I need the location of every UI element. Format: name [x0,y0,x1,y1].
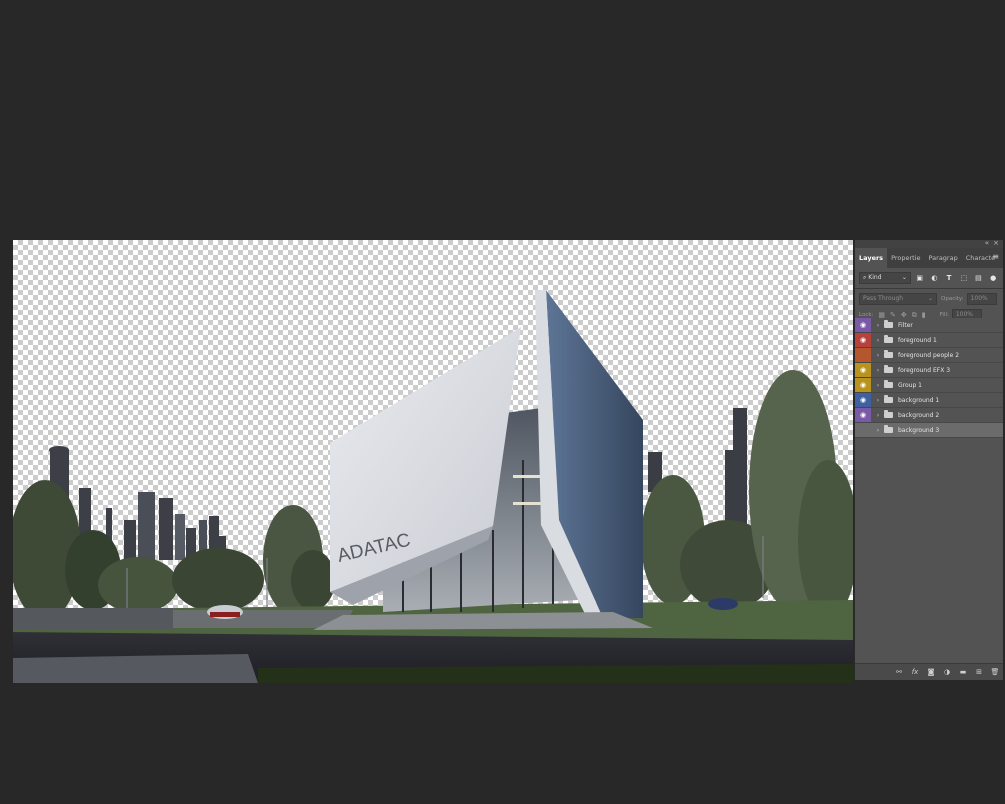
layer-row[interactable]: › background 3 [855,423,1003,438]
visibility-eye-icon[interactable]: ◉ [855,408,871,422]
expand-chevron-icon[interactable]: › [874,367,882,374]
search-icon: ⌕ [863,274,867,281]
blend-mode-value: Pass Through [863,295,904,302]
new-layer-icon[interactable]: ⊞ [971,668,987,676]
delete-layer-icon[interactable]: 🗑 [987,668,1003,676]
layer-row[interactable]: ◉ › foreground 1 [855,333,1003,348]
blend-mode-dropdown[interactable]: Pass Through ⌄ [859,293,937,305]
image-filter-icon[interactable]: ▣ [914,272,926,284]
layer-row[interactable]: › foreground people 2 [855,348,1003,363]
layer-name: background 2 [898,411,940,419]
visibility-eye-icon[interactable]: ◉ [855,333,871,347]
opacity-field[interactable]: 100% [966,293,997,305]
expand-chevron-icon[interactable]: › [874,412,882,419]
adjustment-layer-icon[interactable]: ◑ [939,668,955,676]
shape-filter-icon[interactable]: ⬚ [958,272,970,284]
link-layers-icon[interactable]: ⚯ [891,668,907,676]
opacity-label: Opacity: [941,296,964,302]
smart-object-filter-icon[interactable]: ▤ [973,272,985,284]
visibility-eye-icon[interactable]: ◉ [855,393,871,407]
visibility-eye-icon[interactable] [855,348,871,362]
architectural-render: ADATAC [13,290,853,683]
blend-row: Pass Through ⌄ Opacity: 100% [855,291,1003,307]
folder-icon [884,425,893,433]
layer-row[interactable]: ◉ › background 1 [855,393,1003,408]
expand-chevron-icon[interactable]: › [874,382,882,389]
layer-row[interactable]: ◉ › foreground EFX 3 [855,363,1003,378]
filter-row: ⌕ Kind ⌄ ▣ ◐ T ⬚ ▤ ● [855,270,1003,286]
layers-panel: « × Layers Propertie Paragrap Characte ≡… [854,239,1003,680]
tab-layers[interactable]: Layers [855,248,888,268]
folder-icon [884,380,893,388]
visibility-eye-icon[interactable]: ◉ [855,378,871,392]
tab-paragraph[interactable]: Paragrap [925,248,962,268]
layers-list: ◉ › Filter ◉ › foreground 1 › foreground people… [855,318,1003,438]
divider [855,288,1003,289]
layer-name: foreground EFX 3 [898,366,951,374]
fx-icon[interactable]: fx [907,668,923,676]
kind-filter-dropdown[interactable]: ⌕ Kind ⌄ [859,272,911,284]
add-mask-icon[interactable]: ◙ [923,668,939,676]
layer-row[interactable]: ◉ › background 2 [855,408,1003,423]
panel-menu-icon[interactable]: ≡ [992,252,999,261]
expand-chevron-icon[interactable]: › [874,322,882,329]
layer-name: Group 1 [898,381,922,389]
new-group-icon[interactable]: ▬ [955,668,971,676]
folder-icon [884,365,893,373]
chevron-down-icon: ⌄ [901,274,907,281]
panel-tabs: Layers Propertie Paragrap Characte ≡ [855,248,1003,268]
expand-chevron-icon[interactable]: › [874,427,882,434]
expand-chevron-icon[interactable]: › [874,337,882,344]
layer-row[interactable]: ◉ › Filter [855,318,1003,333]
expand-chevron-icon[interactable]: › [874,397,882,404]
building: ADATAC [313,290,653,630]
visibility-eye-icon[interactable] [855,423,871,437]
filter-toggle-icon[interactable]: ● [987,272,999,284]
adjustment-filter-icon[interactable]: ◐ [929,272,941,284]
type-filter-icon[interactable]: T [943,272,955,284]
layer-name: Filter [898,321,913,329]
layer-name: background 3 [898,426,940,434]
layer-name: foreground people 2 [898,351,960,359]
layer-name: foreground 1 [898,336,937,344]
visibility-eye-icon[interactable]: ◉ [855,363,871,377]
layer-name: background 1 [898,396,940,404]
sidewalk [13,654,258,683]
kind-label: Kind [868,274,882,281]
folder-icon [884,335,893,343]
layer-row[interactable]: ◉ › Group 1 [855,378,1003,393]
expand-chevron-icon[interactable]: › [874,352,882,359]
folder-icon [884,410,893,418]
close-panel-icon[interactable]: × [993,239,999,247]
visibility-eye-icon[interactable]: ◉ [855,318,871,332]
chevron-down-icon: ⌄ [927,295,933,302]
document-canvas[interactable]: ADATAC [13,240,853,683]
tab-properties[interactable]: Propertie [887,248,924,268]
folder-icon [884,395,893,403]
panel-title-strip: « × [855,239,1003,248]
collapse-panel-icon[interactable]: « [985,239,989,247]
folder-icon [884,320,893,328]
layers-footer: ⚯ fx ◙ ◑ ▬ ⊞ 🗑 [855,663,1003,680]
folder-icon [884,350,893,358]
scooter [708,598,738,610]
